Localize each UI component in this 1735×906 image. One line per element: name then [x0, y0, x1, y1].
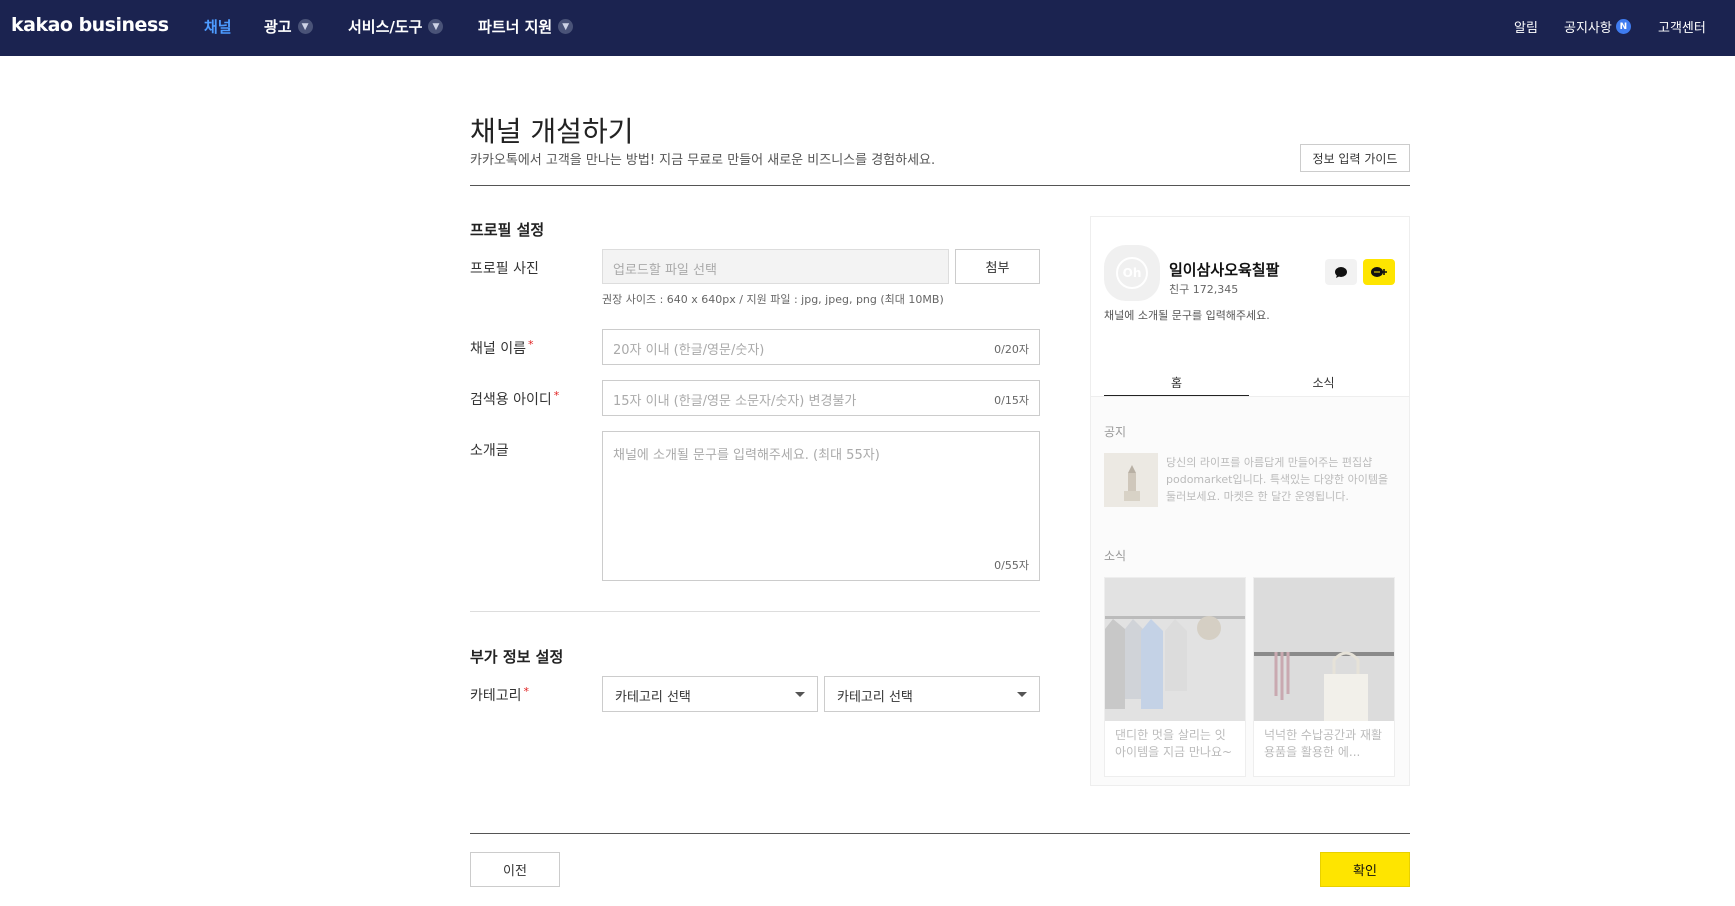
photo-hint: 권장 사이즈 : 640 x 640px / 지원 파일 : jpg, jpeg… — [602, 293, 944, 306]
preview-notice-title: 공지 — [1104, 425, 1127, 439]
preview-news-card-text: 댄디한 멋을 살리는 잇 아이템을 지금 만나요~ — [1115, 728, 1233, 759]
preview-news-card: 댄디한 멋을 살리는 잇 아이템을 지금 만나요~ — [1104, 577, 1246, 777]
notice-link-label: 공지사항 — [1564, 21, 1612, 36]
nav-item-ads[interactable]: 광고 ▼ — [264, 16, 313, 37]
alarm-link[interactable]: 알림 — [1514, 17, 1538, 36]
attach-button[interactable]: 첨부 — [955, 249, 1040, 284]
notice-link[interactable]: 공지사항 N — [1564, 17, 1631, 36]
category-select-value: 카테고리 선택 — [837, 690, 913, 705]
required-mark: * — [553, 389, 560, 402]
nav-item-label: 광고 — [264, 18, 292, 36]
extra-section-title: 부가 정보 설정 — [470, 648, 564, 666]
channel-name-placeholder: 20자 이내 (한글/영문/숫자) — [613, 343, 765, 358]
add-channel-icon — [1363, 259, 1395, 285]
category-select-value: 카테고리 선택 — [615, 690, 691, 705]
page-title: 채널 개설하기 — [470, 115, 634, 148]
caret-down-icon — [1017, 692, 1027, 697]
footer-divider — [470, 833, 1410, 834]
preview-friend-count: 친구 172,345 — [1169, 283, 1239, 296]
channel-preview: Oh 일이삼사오육칠팔 친구 172,345 채널에 소개될 문구를 입력해주세… — [1090, 216, 1410, 786]
search-id-label: 검색용 아이디 * — [470, 389, 559, 409]
chat-icon — [1325, 259, 1357, 285]
profile-section-title: 프로필 설정 — [470, 221, 545, 239]
required-mark: * — [523, 685, 530, 698]
notice-thumbnail — [1104, 453, 1158, 507]
intro-counter: 0/55자 — [994, 559, 1029, 572]
channel-name-label: 채널 이름 * — [470, 338, 533, 358]
preview-news-title: 소식 — [1104, 549, 1127, 563]
category-label: 카테고리 * — [470, 685, 529, 705]
nav-item-services-tools[interactable]: 서비스/도구 ▼ — [348, 16, 444, 37]
nav-item-channel[interactable]: 채널 — [204, 16, 232, 37]
confirm-button[interactable]: 확인 — [1320, 852, 1410, 887]
category-select-primary[interactable]: 카테고리 선택 — [602, 676, 818, 712]
nav-item-label: 채널 — [204, 18, 232, 36]
nav-item-label: 서비스/도구 — [348, 18, 423, 36]
support-link[interactable]: 고객센터 — [1658, 17, 1706, 36]
chevron-down-icon: ▼ — [558, 19, 574, 34]
channel-avatar: Oh — [1104, 245, 1160, 301]
search-id-label-text: 검색용 아이디 — [470, 392, 552, 408]
intro-label: 소개글 — [470, 443, 509, 459]
nav-item-label: 파트너 지원 — [478, 18, 553, 36]
top-navigation: kakao business 채널 광고 ▼ 서비스/도구 ▼ 파트너 지원 ▼… — [0, 0, 1735, 56]
preview-news-card: 넉넉한 수납공간과 재활용품을 활용한 에... — [1253, 577, 1395, 777]
channel-name-counter: 0/20자 — [994, 343, 1029, 356]
avatar-placeholder-text: Oh — [1116, 257, 1148, 289]
channel-name-label-text: 채널 이름 — [470, 341, 526, 357]
previous-button[interactable]: 이전 — [470, 852, 560, 887]
preview-tab-news: 소식 — [1312, 376, 1335, 390]
profile-photo-label: 프로필 사진 — [470, 261, 539, 277]
bag-rack-image — [1254, 578, 1394, 721]
search-id-counter: 0/15자 — [994, 394, 1029, 407]
intro-textarea[interactable]: 채널에 소개될 문구를 입력해주세요. (최대 55자) 0/55자 — [602, 431, 1040, 581]
intro-placeholder: 채널에 소개될 문구를 입력해주세요. (최대 55자) — [613, 448, 880, 463]
preview-tab-home: 홈 — [1104, 367, 1249, 397]
chevron-down-icon: ▼ — [428, 19, 444, 34]
preview-notice-text: 당신의 라이프를 아름답게 만들어주는 편집샵 podomarket입니다. 특… — [1166, 456, 1389, 503]
preview-news-card-text: 넉넉한 수납공간과 재활용품을 활용한 에... — [1264, 728, 1383, 759]
header-divider — [470, 185, 1410, 186]
info-guide-button[interactable]: 정보 입력 가이드 — [1300, 144, 1410, 172]
preview-description: 채널에 소개될 문구를 입력해주세요. — [1104, 309, 1270, 322]
page-subtitle: 카카오톡에서 고객을 만나는 방법! 지금 무료로 만들어 새로운 비즈니스를 … — [470, 153, 936, 168]
caret-down-icon — [795, 692, 805, 697]
chevron-down-icon: ▼ — [297, 19, 313, 34]
nav-item-partner-support[interactable]: 파트너 지원 ▼ — [478, 16, 574, 37]
category-label-text: 카테고리 — [470, 688, 522, 704]
search-id-input[interactable]: 15자 이내 (한글/영문 소문자/숫자) 변경불가 0/15자 — [602, 380, 1040, 416]
kakao-business-logo[interactable]: kakao business — [11, 14, 169, 36]
clothing-rack-image — [1105, 578, 1245, 721]
preview-channel-name: 일이삼사오육칠팔 — [1169, 261, 1280, 279]
channel-name-input[interactable]: 20자 이내 (한글/영문/숫자) 0/20자 — [602, 329, 1040, 365]
required-mark: * — [527, 338, 534, 351]
category-select-secondary[interactable]: 카테고리 선택 — [824, 676, 1040, 712]
section-divider — [470, 611, 1040, 612]
search-id-placeholder: 15자 이내 (한글/영문 소문자/숫자) 변경불가 — [613, 394, 857, 409]
new-badge: N — [1615, 19, 1631, 34]
profile-photo-file-field[interactable]: 업로드할 파일 선택 — [602, 249, 949, 284]
